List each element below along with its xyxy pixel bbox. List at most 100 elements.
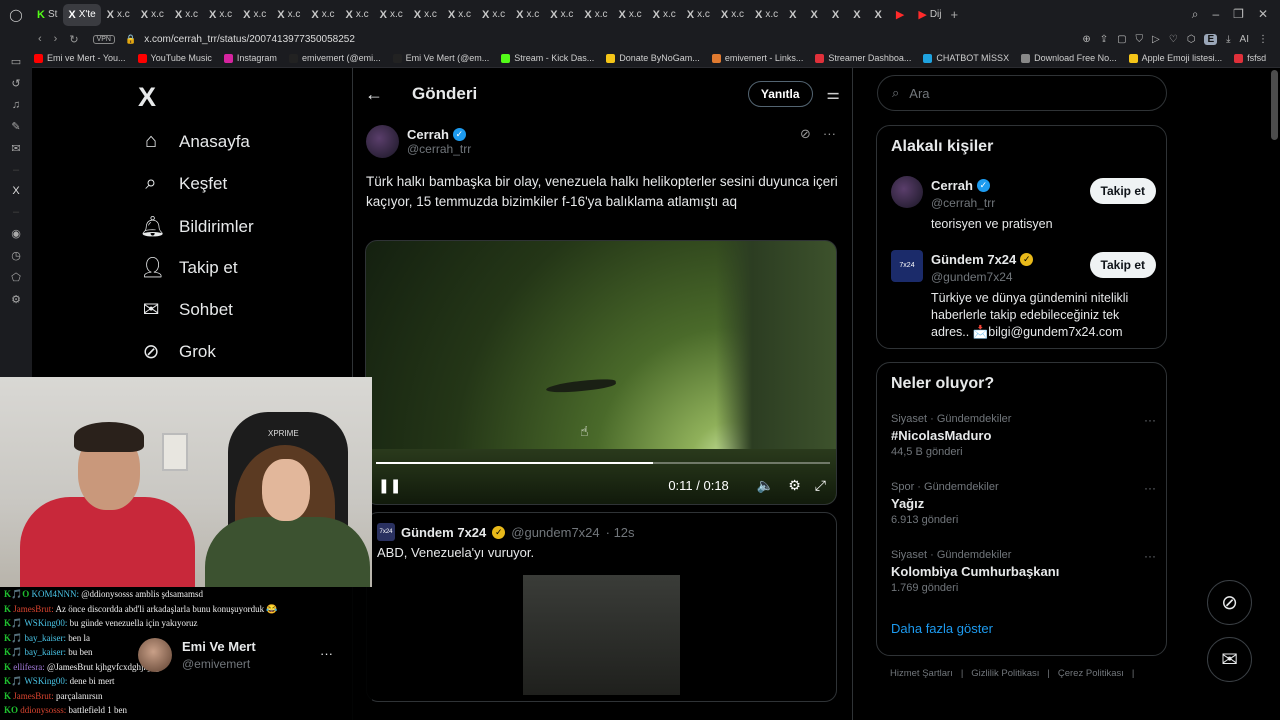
search-box[interactable]: ⌕: [877, 75, 1167, 111]
bookmark-item[interactable]: emivemert (@emi...: [288, 53, 381, 63]
nav-item-bell[interactable]: 🔔︎ Bildirimler: [140, 214, 254, 239]
browser-tab[interactable]: ▶: [891, 4, 912, 26]
extensions-icon[interactable]: ⬡: [1187, 34, 1196, 45]
person-name[interactable]: Gündem 7x24: [931, 252, 1016, 267]
quoted-post-media[interactable]: [523, 575, 680, 695]
bookmark-item[interactable]: Donate ByNoGam...: [606, 53, 700, 63]
bookmark-item[interactable]: Emi Ve Mert (@em...: [392, 53, 489, 63]
browser-tab[interactable]: X: [784, 4, 804, 26]
vpn-badge[interactable]: VPN: [92, 34, 115, 44]
trend-item[interactable]: Siyaset · Gündemdekiler #NicolasMaduro 4…: [891, 413, 1156, 458]
account-avatar[interactable]: [138, 638, 172, 672]
browser-tab[interactable]: X: [827, 4, 847, 26]
browser-tab[interactable]: Xx.c: [682, 4, 715, 26]
browser-tab[interactable]: X: [806, 4, 826, 26]
sidebar-mail-icon[interactable]: ✉: [11, 142, 20, 155]
share-icon[interactable]: ⇪: [1100, 34, 1108, 45]
quoted-author-name[interactable]: Gündem 7x24: [401, 525, 486, 540]
bookmark-item[interactable]: YouTube Music: [137, 53, 212, 63]
browser-tab[interactable]: Xx.c: [648, 4, 681, 26]
person-avatar[interactable]: 7x24: [891, 250, 923, 282]
sidebar-puzzle-icon[interactable]: ⬠: [11, 271, 21, 284]
messages-fab-icon[interactable]: ✉: [1207, 637, 1252, 682]
browser-tab[interactable]: Xx.c: [511, 4, 544, 26]
nav-item-mail[interactable]: ✉ Sohbet: [140, 297, 233, 322]
browser-tab[interactable]: Xx.c: [614, 4, 647, 26]
back-arrow-icon[interactable]: ←: [365, 84, 395, 105]
browser-tab[interactable]: K St: [32, 4, 62, 26]
minimize-icon[interactable]: –: [1212, 7, 1219, 22]
video-progress-bar[interactable]: [376, 462, 830, 464]
play-icon[interactable]: ▷: [1152, 34, 1160, 45]
sidebar-history-icon[interactable]: ↺: [11, 77, 20, 90]
follow-button[interactable]: Takip et: [1089, 252, 1156, 278]
browser-tab[interactable]: Xx.c: [136, 4, 169, 26]
trend-more-icon[interactable]: ···: [1144, 549, 1156, 563]
bookmark-item[interactable]: emivemert - Links...: [711, 53, 803, 63]
nav-item-search[interactable]: ⌕ Keşfet: [140, 172, 227, 195]
search-tabs-icon[interactable]: ⌕: [1192, 7, 1199, 22]
shield-icon[interactable]: ⛉: [1136, 34, 1144, 45]
browser-tab[interactable]: Xx.c: [545, 4, 578, 26]
sidebar-settings-icon[interactable]: ⚙: [11, 293, 21, 306]
zoom-icon[interactable]: ⊕: [1082, 34, 1090, 45]
sidebar-home-icon[interactable]: ▭: [11, 55, 21, 68]
scrollbar[interactable]: [1271, 70, 1278, 140]
browser-tab[interactable]: Xx.c: [341, 4, 374, 26]
trend-title[interactable]: #NicolasMaduro: [891, 428, 1156, 443]
bookmark-item[interactable]: Stream - Kick Das...: [501, 53, 594, 63]
menu-icon[interactable]: ⋮: [1258, 34, 1268, 45]
browser-menu-icon[interactable]: ◯: [0, 8, 32, 22]
trend-item[interactable]: Spor · Gündemdekiler Yağız 6.913 gönderi…: [891, 481, 1156, 526]
quoted-avatar[interactable]: 7x24: [377, 523, 395, 541]
sidebar-notes-icon[interactable]: ✎: [11, 120, 20, 133]
browser-tab[interactable]: Xx.c: [375, 4, 408, 26]
related-person[interactable]: Cerrah ✓ @cerrah_trr teorisyen ve pratis…: [891, 176, 1156, 236]
filter-icon[interactable]: ⚌: [827, 85, 840, 103]
browser-tab[interactable]: X: [870, 4, 890, 26]
author-handle[interactable]: @cerrah_trr: [407, 142, 471, 156]
fullscreen-icon[interactable]: ⤢: [815, 477, 826, 494]
person-handle[interactable]: @gundem7x24: [931, 270, 1013, 284]
browser-tab[interactable]: X: [848, 4, 868, 26]
restore-icon[interactable]: ❐: [1233, 7, 1244, 22]
ai-button[interactable]: AI: [1240, 34, 1249, 45]
quoted-author-handle[interactable]: @gundem7x24: [511, 525, 599, 540]
footer-link[interactable]: Çerez Politikası: [1058, 668, 1124, 679]
browser-tab[interactable]: Xx.c: [409, 4, 442, 26]
account-name[interactable]: Emi Ve Mert: [182, 639, 256, 654]
sidebar-x-icon[interactable]: X: [12, 185, 19, 197]
more-options-icon[interactable]: ···: [823, 126, 836, 142]
sidebar-clock-icon[interactable]: ◷: [11, 249, 21, 262]
bookmark-item[interactable]: Streamer Dashboa...: [815, 53, 911, 63]
back-icon[interactable]: ‹: [38, 33, 42, 46]
browser-tab[interactable]: Xx.c: [238, 4, 271, 26]
person-avatar[interactable]: [891, 176, 923, 208]
browser-tab[interactable]: ▶ Dij: [913, 4, 946, 26]
bookmark-item[interactable]: fsfsd: [1234, 53, 1266, 63]
person-name-row[interactable]: Cerrah ✓: [931, 178, 990, 193]
quoted-post[interactable]: 7x24 Gündem 7x24 ✓ @gundem7x24 · 12s ABD…: [366, 512, 837, 702]
lock-icon[interactable]: 🔒: [125, 34, 136, 45]
browser-tab[interactable]: Xx.c: [102, 4, 135, 26]
browser-tab[interactable]: Xx.c: [477, 4, 510, 26]
person-name[interactable]: Cerrah: [931, 178, 973, 193]
search-input[interactable]: [909, 85, 1130, 101]
bookmark-item[interactable]: Emi ve Mert - You...: [34, 53, 126, 63]
follow-button[interactable]: Takip et: [1089, 178, 1156, 204]
account-switcher[interactable]: Emi Ve Mert @emivemert ···: [138, 636, 338, 676]
trend-more-icon[interactable]: ···: [1144, 413, 1156, 427]
grok-icon[interactable]: ⊘: [800, 126, 811, 142]
account-more-icon[interactable]: ···: [320, 646, 333, 661]
trend-title[interactable]: Yağız: [891, 496, 1156, 511]
footer-link[interactable]: Gizlilik Politikası: [971, 668, 1039, 679]
bookmark-item[interactable]: CHATBOT MİSSX: [923, 53, 1009, 63]
sidebar-record-icon[interactable]: ◉: [11, 227, 21, 240]
post-author[interactable]: Cerrah ✓ @cerrah_trr: [366, 125, 471, 158]
author-name[interactable]: Cerrah: [407, 127, 449, 142]
account-handle[interactable]: @emivemert: [182, 657, 250, 671]
nav-item-home[interactable]: ⌂ Anasayfa: [140, 130, 250, 153]
close-window-icon[interactable]: ✕: [1258, 7, 1268, 22]
footer-link[interactable]: Hizmet Şartları: [890, 668, 953, 679]
trend-title[interactable]: Kolombiya Cumhurbaşkanı: [891, 564, 1156, 579]
